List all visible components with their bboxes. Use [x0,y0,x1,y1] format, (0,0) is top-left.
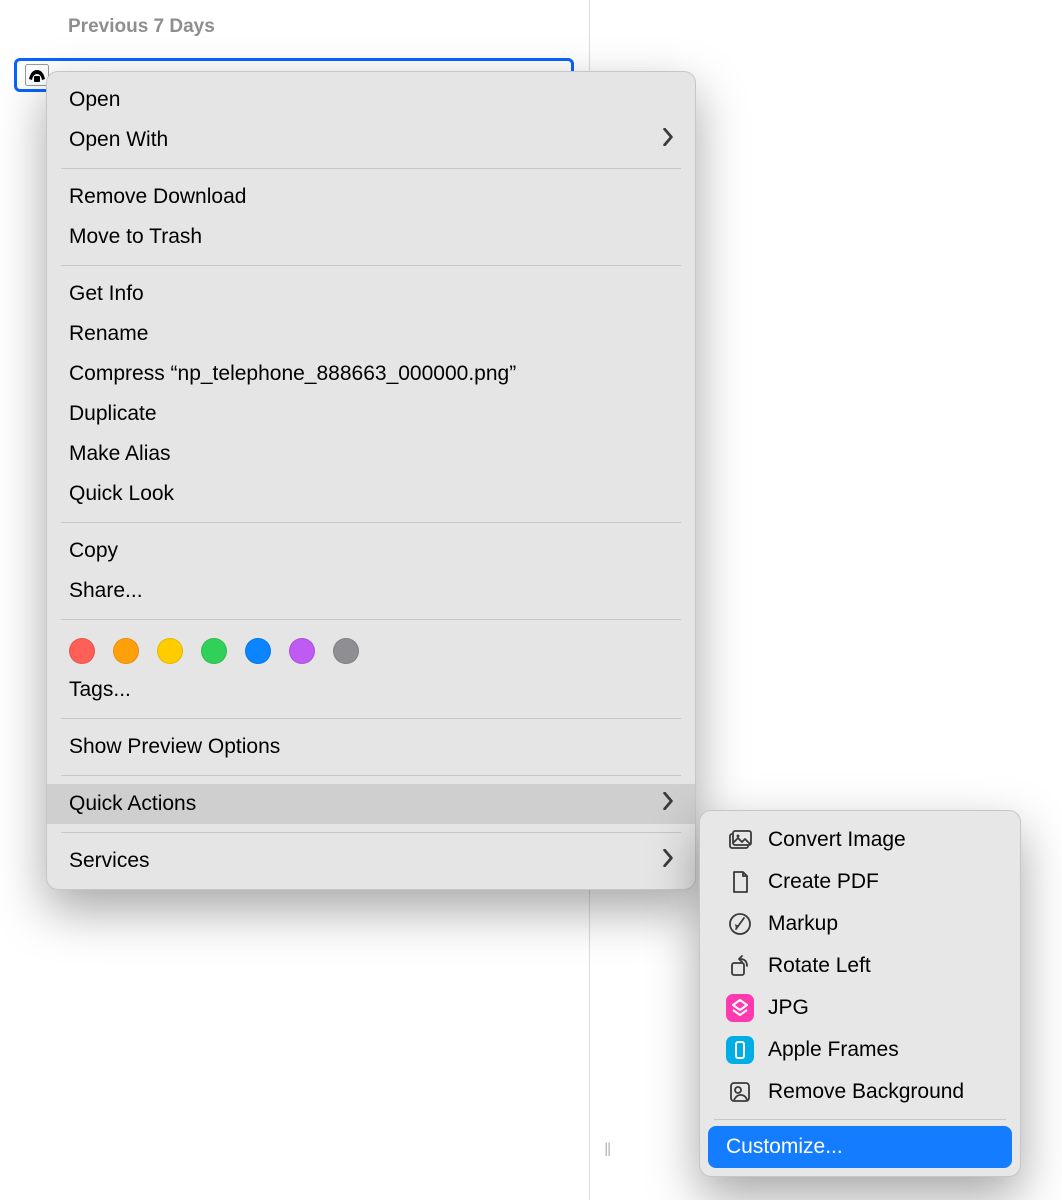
menu-separator [61,718,681,719]
menu-item-label: Open With [69,128,168,152]
tag-color-dot-1[interactable] [113,638,139,664]
menu-item-move-to-trash[interactable]: Move to Trash [47,217,695,257]
menu-item-label: Get Info [69,282,144,306]
submenu-item-label: Markup [768,912,838,936]
rotate-left-icon [726,952,754,980]
submenu-item-markup[interactable]: Markup [708,903,1012,945]
submenu-item-label: JPG [768,996,809,1020]
context-menu: Open Open With Remove Download Move to T… [46,71,696,890]
menu-item-remove-download[interactable]: Remove Download [47,177,695,217]
menu-item-label: Remove Download [69,185,246,209]
menu-item-label: Services [69,849,150,873]
menu-item-label: Rename [69,322,148,346]
menu-separator [61,619,681,620]
quick-actions-submenu: Convert Image Create PDF Markup [699,810,1021,1177]
menu-separator [61,522,681,523]
submenu-item-create-pdf[interactable]: Create PDF [708,861,1012,903]
menu-item-label: Make Alias [69,442,171,466]
menu-item-label: Share... [69,579,143,603]
submenu-item-remove-background[interactable]: Remove Background [708,1071,1012,1113]
chevron-right-icon [661,849,675,873]
menu-item-label: Move to Trash [69,225,202,249]
menu-item-compress[interactable]: Compress “np_telephone_888663_000000.png… [47,354,695,394]
remove-background-icon [726,1078,754,1106]
menu-item-duplicate[interactable]: Duplicate [47,394,695,434]
section-header-previous-7-days: Previous 7 Days [68,16,215,38]
menu-item-share[interactable]: Share... [47,571,695,611]
submenu-item-label: Remove Background [768,1080,964,1104]
submenu-item-customize[interactable]: Customize... [708,1126,1012,1168]
menu-item-quick-actions[interactable]: Quick Actions [47,784,695,824]
chevron-right-icon [661,128,675,152]
menu-item-label: Open [69,88,120,112]
menu-item-label: Copy [69,539,118,563]
submenu-item-label: Rotate Left [768,954,871,978]
submenu-item-label: Convert Image [768,828,906,852]
menu-item-copy[interactable]: Copy [47,531,695,571]
tag-color-dot-3[interactable] [201,638,227,664]
menu-item-services[interactable]: Services [47,841,695,881]
submenu-item-label: Apple Frames [768,1038,899,1062]
menu-separator [61,832,681,833]
menu-separator [61,168,681,169]
chevron-right-icon [661,792,675,816]
submenu-item-jpg[interactable]: JPG [708,987,1012,1029]
menu-item-show-preview-options[interactable]: Show Preview Options [47,727,695,767]
tag-color-dot-6[interactable] [333,638,359,664]
jpg-action-icon [726,994,754,1022]
tag-color-dot-0[interactable] [69,638,95,664]
menu-item-rename[interactable]: Rename [47,314,695,354]
menu-item-label: Tags... [69,678,131,702]
submenu-separator [714,1119,1006,1120]
submenu-item-label: Customize... [726,1135,843,1159]
submenu-item-rotate-left[interactable]: Rotate Left [708,945,1012,987]
column-resize-handle-icon[interactable]: ‖ [604,1140,612,1161]
menu-item-label: Duplicate [69,402,157,426]
document-icon [726,868,754,896]
submenu-item-apple-frames[interactable]: Apple Frames [708,1029,1012,1071]
submenu-item-label: Create PDF [768,870,879,894]
menu-item-open-with[interactable]: Open With [47,120,695,160]
submenu-item-convert-image[interactable]: Convert Image [708,819,1012,861]
apple-frames-icon [726,1036,754,1064]
menu-separator [61,265,681,266]
menu-separator [61,775,681,776]
tag-color-dot-2[interactable] [157,638,183,664]
tag-color-row [47,628,695,670]
menu-item-label: Show Preview Options [69,735,280,759]
menu-item-label: Quick Actions [69,792,196,816]
menu-item-open[interactable]: Open [47,80,695,120]
menu-item-label: Compress “np_telephone_888663_000000.png… [69,362,516,386]
menu-item-get-info[interactable]: Get Info [47,274,695,314]
menu-item-quick-look[interactable]: Quick Look [47,474,695,514]
markup-icon [726,910,754,938]
menu-item-make-alias[interactable]: Make Alias [47,434,695,474]
convert-image-icon [726,826,754,854]
menu-item-label: Quick Look [69,482,174,506]
menu-item-tags[interactable]: Tags... [47,670,695,710]
tag-color-dot-4[interactable] [245,638,271,664]
tag-color-dot-5[interactable] [289,638,315,664]
